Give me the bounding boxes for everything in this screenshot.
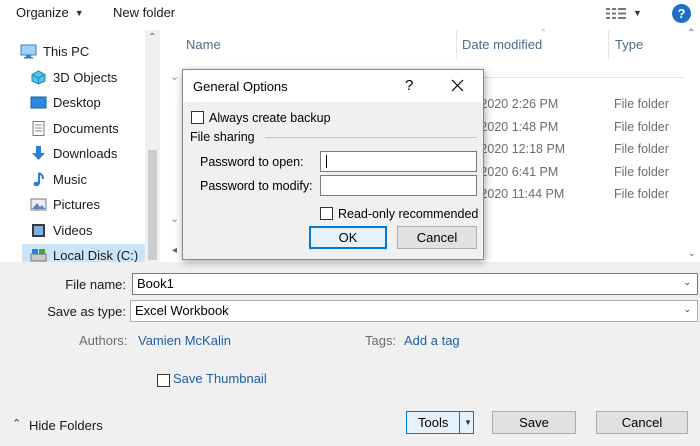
readonly-checkbox[interactable] — [320, 207, 333, 220]
tools-label: Tools — [418, 415, 449, 430]
readonly-label[interactable]: Read-only recommended — [338, 207, 478, 221]
save-as-type-select[interactable]: Excel Workbook ⌄ — [130, 300, 698, 322]
save-as-type-value: Excel Workbook — [135, 303, 229, 318]
column-header-type[interactable]: Type — [615, 37, 643, 52]
nav-scrollbar-thumb[interactable] — [148, 150, 157, 260]
organize-label: Organize — [16, 5, 69, 20]
always-backup-checkbox[interactable] — [191, 111, 204, 124]
videos-icon — [32, 223, 45, 237]
password-open-input[interactable] — [320, 151, 477, 172]
nav-item-videos[interactable]: Videos — [30, 219, 158, 241]
text-cursor — [326, 155, 327, 168]
column-header-name[interactable]: Name — [186, 37, 221, 52]
nav-item-this-pc[interactable]: This PC — [20, 40, 148, 62]
view-dropdown-chevron-icon[interactable]: ▼ — [633, 8, 642, 18]
group-divider — [265, 137, 477, 138]
scroll-left-arrow-icon[interactable]: ◂ — [172, 245, 177, 256]
nav-scrollbar[interactable]: ⌃ — [145, 30, 160, 262]
tags-label: Tags: — [365, 333, 397, 348]
general-options-dialog: General Options ? Always create backup F… — [182, 69, 484, 260]
chevron-down-icon: ⌄ — [683, 304, 691, 314]
column-header-date-modified[interactable]: Date modified — [462, 37, 542, 52]
password-modify-input[interactable] — [320, 175, 477, 196]
group-separator — [484, 77, 684, 78]
local-disk-icon — [30, 248, 47, 261]
group-collapse-icon-2[interactable]: ⌄ — [170, 212, 179, 225]
nav-item-3d-objects[interactable]: 3D Objects — [30, 66, 158, 88]
row-type: File folder — [614, 97, 669, 111]
music-icon — [33, 171, 44, 186]
save-thumbnail-label[interactable]: Save Thumbnail — [173, 371, 267, 386]
file-list-scrollbar[interactable]: ⌃ ⌄ — [684, 28, 700, 262]
new-folder-button[interactable]: New folder — [113, 5, 175, 20]
nav-item-pictures[interactable]: Pictures — [30, 193, 158, 215]
authors-value[interactable]: Vamien McKalin — [138, 333, 231, 348]
chevron-down-icon[interactable]: ▼ — [464, 412, 472, 433]
scroll-up-arrow-icon[interactable]: ⌃ — [148, 32, 156, 43]
command-bar: Organize ▼ New folder ▼ ? — [0, 0, 700, 28]
cancel-button[interactable]: Cancel — [596, 411, 688, 434]
always-backup-label[interactable]: Always create backup — [209, 111, 331, 125]
tags-input[interactable]: Add a tag — [404, 333, 460, 348]
dialog-help-button[interactable]: ? — [405, 77, 413, 94]
authors-label: Authors: — [79, 333, 128, 348]
save-as-type-label: Save as type: — [47, 304, 126, 319]
hide-folders-label: Hide Folders — [29, 418, 103, 433]
tools-split-divider — [459, 412, 460, 433]
nav-item-downloads[interactable]: Downloads — [30, 142, 158, 164]
file-name-input[interactable]: Book1 ⌄ — [132, 273, 698, 295]
nav-item-music[interactable]: Music — [30, 168, 158, 190]
tools-button[interactable]: Tools ▼ — [406, 411, 474, 434]
3d-objects-icon — [31, 69, 46, 85]
downloads-icon — [32, 145, 45, 160]
navigation-pane: This PC 3D Objects Desktop Documents Dow… — [0, 30, 160, 266]
password-modify-label: Password to modify: — [200, 179, 313, 193]
column-divider — [456, 30, 457, 60]
documents-icon — [32, 120, 45, 136]
ok-button[interactable]: OK — [309, 226, 387, 249]
nav-item-desktop[interactable]: Desktop — [30, 91, 158, 113]
nav-item-documents[interactable]: Documents — [30, 117, 158, 139]
column-divider-2 — [608, 30, 609, 60]
password-open-label: Password to open: — [200, 155, 304, 169]
file-name-label: File name: — [65, 277, 126, 292]
hide-folders-button[interactable]: ⌃ Hide Folders — [0, 411, 120, 439]
computer-icon — [20, 44, 37, 58]
dialog-titlebar: General Options ? — [183, 70, 483, 102]
dialog-title: General Options — [193, 79, 288, 94]
row-type: File folder — [614, 142, 669, 156]
desktop-icon — [30, 96, 47, 108]
close-icon[interactable] — [451, 79, 464, 92]
row-type: File folder — [614, 187, 669, 201]
chevron-down-icon: ▼ — [74, 8, 84, 18]
scroll-down-arrow-icon[interactable]: ⌄ — [688, 248, 696, 259]
group-collapse-icon[interactable]: ⌄ — [170, 70, 179, 83]
file-name-value: Book1 — [137, 276, 174, 291]
pictures-icon — [30, 198, 47, 210]
view-options-icon[interactable] — [606, 7, 626, 20]
file-sharing-label: File sharing — [190, 130, 255, 144]
save-button[interactable]: Save — [492, 411, 576, 434]
row-type: File folder — [614, 165, 669, 179]
sort-indicator-icon: ⌃ — [540, 28, 547, 37]
organize-button[interactable]: Organize ▼ — [16, 5, 84, 20]
row-date: 2/2020 12:18 PM — [470, 142, 566, 156]
row-date: 0/2020 11:44 PM — [470, 187, 565, 201]
scroll-up-arrow-icon[interactable]: ⌃ — [687, 28, 695, 39]
dialog-cancel-button[interactable]: Cancel — [397, 226, 477, 249]
row-type: File folder — [614, 120, 669, 134]
chevron-down-icon[interactable]: ⌄ — [683, 277, 691, 288]
help-button[interactable]: ? — [672, 4, 691, 23]
save-thumbnail-checkbox[interactable] — [157, 374, 170, 387]
chevron-up-icon: ⌃ — [12, 418, 22, 430]
